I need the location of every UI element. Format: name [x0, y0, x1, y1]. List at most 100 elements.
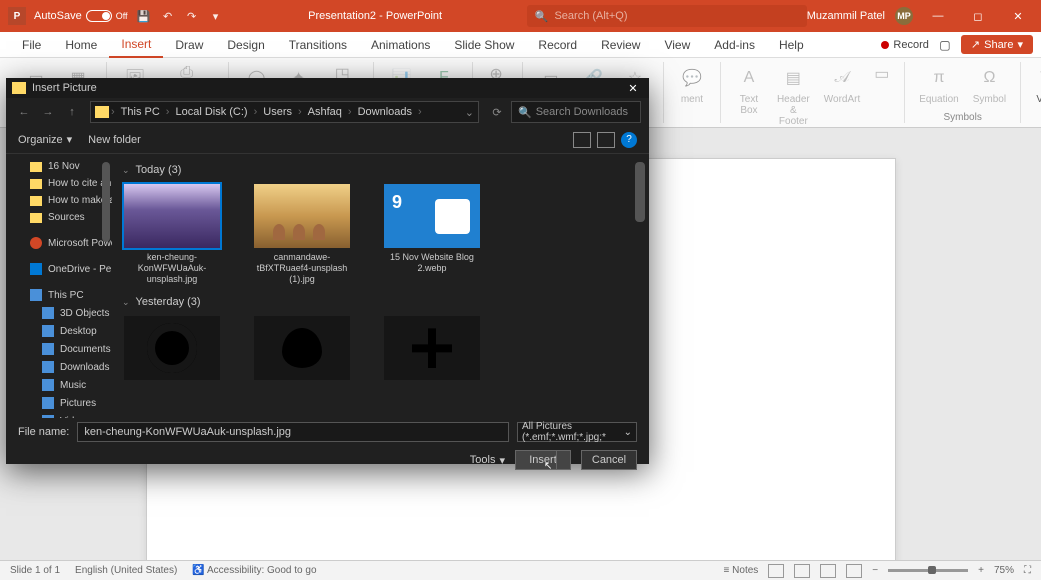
fit-button[interactable]: ⛶: [1024, 565, 1031, 576]
slideshow-view-button[interactable]: [846, 564, 862, 578]
address-bar[interactable]: › This PC› Local Disk (C:)› Users› Ashfa…: [90, 101, 479, 123]
tab-help[interactable]: Help: [767, 32, 816, 58]
video-button[interactable]: 🎬Video: [1031, 62, 1041, 107]
tab-home[interactable]: Home: [53, 32, 109, 58]
forward-button[interactable]: →: [38, 102, 58, 122]
text-box-button[interactable]: AText Box: [731, 62, 767, 118]
file-item[interactable]: [122, 316, 222, 380]
tab-draw[interactable]: Draw: [163, 32, 215, 58]
path-segment[interactable]: Users: [259, 106, 296, 118]
tools-button[interactable]: Tools ▾: [470, 454, 505, 467]
insert-button[interactable]: Insert ↖: [515, 450, 571, 470]
zoom-in-button[interactable]: +: [978, 565, 984, 576]
chevron-down-icon: ▾: [499, 454, 505, 467]
group-header-today[interactable]: ⌄ Today (3): [122, 160, 639, 184]
slide-counter[interactable]: Slide 1 of 1: [10, 565, 60, 576]
sorter-view-button[interactable]: [794, 564, 810, 578]
file-item[interactable]: [382, 316, 482, 380]
symbol-button[interactable]: ΩSymbol: [969, 62, 1010, 107]
equation-button[interactable]: πEquation: [915, 62, 962, 107]
file-item[interactable]: [252, 316, 352, 380]
file-item[interactable]: 15 Nov Website Blog 2.webp: [382, 184, 482, 284]
path-segment[interactable]: Ashfaq: [304, 106, 346, 118]
sidebar-item[interactable]: Downloads: [6, 358, 112, 376]
cancel-button[interactable]: Cancel: [581, 450, 637, 470]
zoom-out-button[interactable]: −: [872, 565, 878, 576]
user-avatar[interactable]: MP: [895, 7, 913, 25]
path-segment[interactable]: Downloads: [354, 106, 416, 118]
tab-transitions[interactable]: Transitions: [277, 32, 359, 58]
sidebar-item-this-pc[interactable]: This PC: [6, 286, 112, 304]
header-footer-button[interactable]: ▤Header & Footer: [773, 62, 814, 129]
sidebar-item[interactable]: Pictures: [6, 394, 112, 412]
organize-button[interactable]: Organize ▾: [18, 133, 72, 146]
minimize-button[interactable]: —: [923, 6, 953, 26]
folder-search-input[interactable]: 🔍 Search Downloads: [511, 101, 641, 123]
tab-addins[interactable]: Add-ins: [702, 32, 767, 58]
tab-review[interactable]: Review: [589, 32, 652, 58]
file-list-scrollbar[interactable]: [635, 162, 645, 222]
tab-animations[interactable]: Animations: [359, 32, 442, 58]
tab-design[interactable]: Design: [215, 32, 276, 58]
record-button[interactable]: Record: [881, 39, 928, 51]
group-header-yesterday[interactable]: ⌄ Yesterday (3): [122, 292, 639, 316]
sidebar-item[interactable]: How to cite an in: [6, 175, 112, 192]
sidebar-item[interactable]: 16 Nov: [6, 158, 112, 175]
zoom-level[interactable]: 75%: [994, 565, 1014, 576]
normal-view-button[interactable]: [768, 564, 784, 578]
filetype-dropdown[interactable]: All Pictures (*.emf;*.wmf;*.jpg;* ⌄: [517, 422, 637, 442]
tab-record[interactable]: Record: [526, 32, 589, 58]
ribbon-mode-button[interactable]: ▢: [935, 35, 955, 55]
path-dropdown-icon[interactable]: ⌄: [465, 106, 474, 119]
sidebar-item[interactable]: How to make an: [6, 192, 112, 209]
folder-icon: [30, 213, 42, 223]
up-button[interactable]: ↑: [62, 102, 82, 122]
sidebar-item-powerpoint[interactable]: Microsoft PowerP: [6, 234, 112, 252]
back-button[interactable]: ←: [14, 102, 34, 122]
file-list[interactable]: ⌄ Today (3) ken-cheung-KonWFWUaAuk-unspl…: [112, 154, 649, 418]
sidebar-item[interactable]: Documents: [6, 340, 112, 358]
sidebar-item-onedrive[interactable]: OneDrive - Person: [6, 260, 112, 278]
maximize-button[interactable]: ◻: [963, 6, 993, 26]
wordart-button[interactable]: 𝒜WordArt: [820, 62, 865, 107]
sidebar-item[interactable]: Desktop: [6, 322, 112, 340]
preview-pane-button[interactable]: [597, 132, 615, 148]
dialog-titlebar[interactable]: Insert Picture ✕: [6, 78, 649, 98]
qat-more-icon[interactable]: ▾: [208, 8, 224, 24]
sidebar-item[interactable]: Videos: [6, 412, 112, 418]
help-button[interactable]: ?: [621, 132, 637, 148]
accessibility-status[interactable]: ♿ Accessibility: Good to go: [192, 565, 316, 576]
user-name[interactable]: Muzammil Patel: [807, 10, 885, 22]
save-icon[interactable]: 💾: [136, 8, 152, 24]
reading-view-button[interactable]: [820, 564, 836, 578]
sidebar-item[interactable]: Sources: [6, 209, 112, 226]
file-item[interactable]: ken-cheung-KonWFWUaAuk-unsplash.jpg: [122, 184, 222, 284]
sidebar-scrollbar[interactable]: [102, 162, 110, 242]
filename-input[interactable]: [77, 422, 509, 442]
language-indicator[interactable]: English (United States): [75, 565, 177, 576]
path-segment[interactable]: Local Disk (C:): [171, 106, 251, 118]
comment-button[interactable]: 💬ment: [674, 62, 710, 107]
view-mode-button[interactable]: [573, 132, 591, 148]
tab-view[interactable]: View: [652, 32, 702, 58]
statusbar: Slide 1 of 1 English (United States) ♿ A…: [0, 560, 1041, 580]
tab-slideshow[interactable]: Slide Show: [442, 32, 526, 58]
sidebar-item[interactable]: Music: [6, 376, 112, 394]
search-box[interactable]: 🔍 Search (Alt+Q): [527, 5, 807, 27]
autosave-toggle[interactable]: AutoSave Off: [34, 10, 128, 22]
redo-icon[interactable]: ↷: [184, 8, 200, 24]
date-button[interactable]: ▭: [870, 62, 894, 82]
dialog-close-button[interactable]: ✕: [623, 82, 643, 95]
path-segment[interactable]: This PC: [117, 106, 164, 118]
close-button[interactable]: ✕: [1003, 6, 1033, 26]
tab-file[interactable]: File: [10, 32, 53, 58]
undo-icon[interactable]: ↶: [160, 8, 176, 24]
new-folder-button[interactable]: New folder: [88, 134, 141, 146]
notes-button[interactable]: ≡ Notes: [724, 565, 759, 576]
sidebar-item[interactable]: 3D Objects: [6, 304, 112, 322]
refresh-button[interactable]: ⟳: [487, 102, 507, 122]
share-button[interactable]: ↗ Share ▾: [961, 35, 1033, 54]
file-item[interactable]: canmandawe-tBfXTRuaef4-unsplash (1).jpg: [252, 184, 352, 284]
zoom-slider[interactable]: [888, 569, 968, 572]
tab-insert[interactable]: Insert: [109, 32, 163, 58]
